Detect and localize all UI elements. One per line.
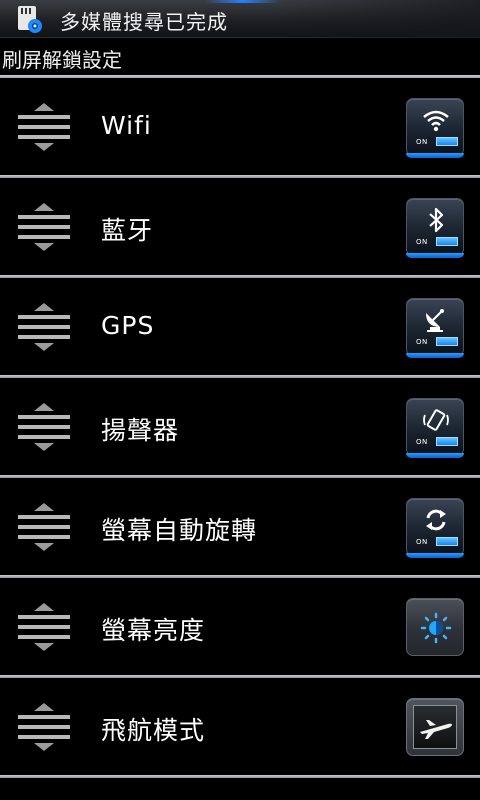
auto-rotate-toggle-button[interactable]: ON [406, 498, 464, 558]
list-item-brightness[interactable]: 螢幕亮度 [0, 578, 480, 678]
bluetooth-icon [429, 207, 444, 233]
item-label: 揚聲器 [101, 416, 180, 445]
airplane-mode-button[interactable] [406, 698, 464, 756]
status-bar-glow [205, 0, 280, 3]
item-label: 螢幕自動旋轉 [101, 516, 258, 545]
drag-handle-icon[interactable] [16, 201, 72, 253]
wifi-toggle-button[interactable]: ON [406, 98, 464, 158]
speaker-toggle-button[interactable]: ON [406, 398, 464, 458]
toggle-state-text: ON [416, 238, 428, 246]
toggle-state-text: ON [416, 438, 428, 446]
item-label: Wifi [101, 111, 152, 140]
item-label: 飛航模式 [101, 716, 206, 745]
toggle-on-indicator [436, 337, 458, 346]
auto-rotate-icon [426, 509, 446, 531]
wifi-icon [423, 110, 449, 132]
drag-handle-icon[interactable] [16, 601, 72, 653]
toggle-state-text: ON [416, 538, 428, 546]
gps-toggle-button[interactable]: ON [406, 298, 464, 358]
toggle-on-indicator [436, 137, 458, 146]
drag-handle-icon[interactable] [16, 401, 72, 453]
page-title: 刷屏解鎖設定 [2, 48, 122, 72]
airplane-icon-frame [413, 705, 457, 749]
airplane-icon [420, 720, 452, 739]
list-item-bluetooth[interactable]: 藍牙 ON [0, 178, 480, 278]
brightness-icon [420, 612, 452, 644]
item-label: 藍牙 [101, 216, 154, 245]
drag-handle-icon[interactable] [16, 101, 72, 153]
list-item-wifi[interactable]: Wifi ON [0, 78, 480, 178]
toggle-on-indicator [436, 437, 458, 446]
toggle-state-text: ON [416, 338, 428, 346]
list-item-airplane-mode[interactable]: 飛航模式 [0, 678, 480, 778]
list-item-gps[interactable]: GPS ON [0, 278, 480, 378]
vibrate-phone-icon [423, 409, 449, 431]
drag-handle-icon[interactable] [16, 501, 72, 553]
gps-satellite-icon [426, 309, 444, 332]
status-bar[interactable]: 多媒體搜尋已完成 [0, 0, 480, 38]
toggle-state-text: ON [416, 138, 428, 146]
toggle-on-indicator [436, 537, 458, 546]
list-item-auto-rotate[interactable]: 螢幕自動旋轉 ON [0, 478, 480, 578]
toggle-on-indicator [436, 237, 458, 246]
sd-card-settings-icon [18, 6, 42, 33]
drag-handle-icon[interactable] [16, 301, 72, 353]
list-item-speaker[interactable]: 揚聲器 ON [0, 378, 480, 478]
item-label: GPS [101, 311, 155, 340]
brightness-button[interactable] [406, 598, 464, 656]
item-label: 螢幕亮度 [101, 616, 206, 645]
status-bar-fade [270, 0, 480, 38]
status-notification-text: 多媒體搜尋已完成 [60, 10, 228, 34]
drag-handle-icon[interactable] [16, 701, 72, 753]
bluetooth-toggle-button[interactable]: ON [406, 198, 464, 258]
settings-list: Wifi ON 藍牙 ON GPS ON 揚聲器 ON 螢幕自動旋轉 ON 螢幕… [0, 78, 480, 778]
